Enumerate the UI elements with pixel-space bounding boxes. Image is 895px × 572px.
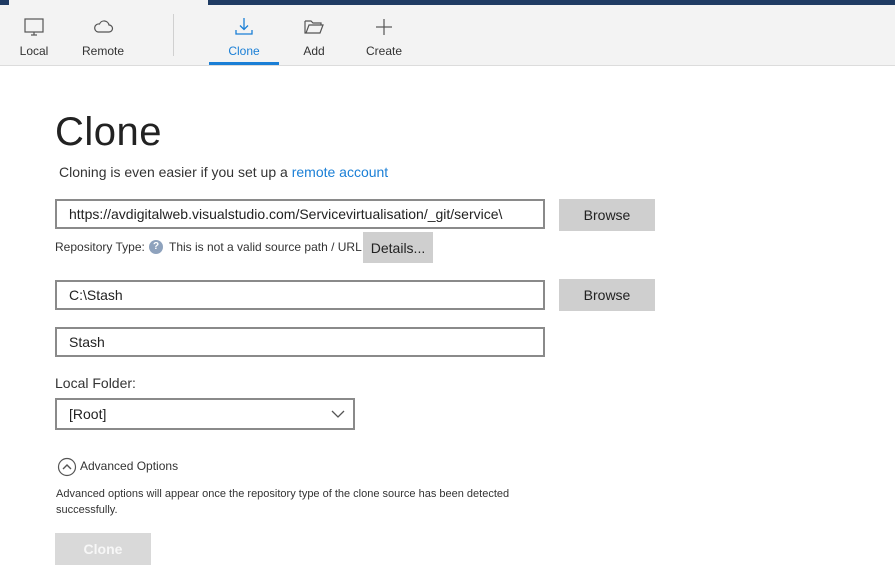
source-url-input[interactable]: [55, 199, 545, 229]
active-tab-underline: [209, 62, 279, 65]
toolbar-create-button[interactable]: Create: [352, 5, 416, 65]
toolbar: Local Remote Clone Add Create: [0, 5, 895, 66]
chevron-down-icon: [331, 410, 345, 418]
cloud-icon: [94, 20, 114, 33]
plus-icon: [376, 19, 392, 35]
destination-browse-button[interactable]: Browse: [559, 279, 655, 311]
local-folder-label: Local Folder:: [55, 375, 136, 391]
toolbar-separator: [173, 14, 174, 56]
toolbar-create-label: Create: [365, 44, 403, 58]
toolbar-clone-tab[interactable]: Clone: [209, 5, 279, 65]
chevron-up-circle-icon[interactable]: [57, 457, 77, 477]
subtitle: Cloning is even easier if you set up a r…: [59, 164, 388, 180]
page-title: Clone: [55, 110, 163, 154]
monitor-icon: [24, 18, 44, 36]
toolbar-clone-label: Clone: [228, 44, 260, 58]
details-button[interactable]: Details...: [363, 232, 433, 263]
advanced-options-toggle[interactable]: Advanced Options: [80, 459, 178, 473]
download-icon: [235, 18, 253, 35]
toolbar-remote-button[interactable]: Remote: [71, 5, 135, 65]
toolbar-local-label: Local: [19, 44, 49, 58]
repository-type-label: Repository Type:: [55, 240, 145, 254]
destination-path-input[interactable]: [55, 280, 545, 310]
bookmark-name-input[interactable]: [55, 327, 545, 357]
toolbar-local-button[interactable]: Local: [2, 5, 66, 65]
repository-type-message: This is not a valid source path / URL: [169, 240, 362, 254]
toolbar-add-button[interactable]: Add: [282, 5, 346, 65]
toolbar-remote-label: Remote: [81, 44, 125, 58]
subtitle-text: Cloning is even easier if you set up a: [59, 164, 288, 180]
clone-button[interactable]: Clone: [55, 533, 151, 565]
local-folder-selected-value: [Root]: [69, 406, 107, 422]
remote-account-link[interactable]: remote account: [292, 164, 389, 180]
folder-open-icon: [304, 20, 324, 34]
toolbar-add-label: Add: [303, 44, 325, 58]
advanced-options-description: Advanced options will appear once the re…: [56, 488, 510, 516]
source-browse-button[interactable]: Browse: [559, 199, 655, 231]
help-icon[interactable]: ?: [149, 240, 163, 254]
local-folder-select[interactable]: [Root]: [55, 398, 355, 430]
